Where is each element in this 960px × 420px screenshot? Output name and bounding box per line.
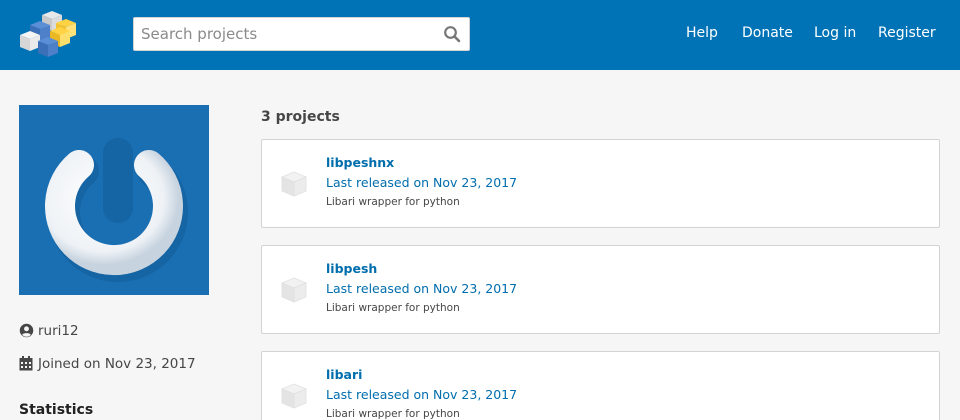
- project-release-date: Last released on Nov 23, 2017: [326, 387, 518, 402]
- project-name[interactable]: libari: [326, 367, 362, 383]
- project-description: Libari wrapper for python: [326, 302, 460, 314]
- search-input[interactable]: [134, 18, 434, 50]
- user-avatar: [19, 105, 209, 295]
- joined-text: Joined on Nov 23, 2017: [38, 356, 196, 372]
- nav-help-link[interactable]: Help: [686, 25, 718, 42]
- project-card[interactable]: libari Last released on Nov 23, 2017 Lib…: [261, 351, 940, 420]
- package-box-icon: [280, 171, 308, 197]
- search-icon[interactable]: [443, 25, 461, 43]
- site-header: Help Donate Log in Register: [0, 0, 960, 70]
- project-release-date: Last released on Nov 23, 2017: [326, 281, 518, 296]
- nav-register-link[interactable]: Register: [878, 25, 936, 42]
- project-release-date: Last released on Nov 23, 2017: [326, 175, 518, 190]
- package-box-icon: [280, 277, 308, 303]
- package-box-icon: [280, 383, 308, 409]
- project-name[interactable]: libpesh: [326, 261, 377, 277]
- pypi-cubes-logo-icon[interactable]: [16, 9, 80, 61]
- project-count: 3 projects: [261, 109, 340, 125]
- project-description: Libari wrapper for python: [326, 196, 460, 208]
- username-text: ruri12: [38, 323, 79, 339]
- gravatar-logo-icon: [45, 133, 188, 283]
- nav-login-link[interactable]: Log in: [814, 25, 856, 42]
- user-circle-icon: [19, 323, 34, 338]
- nav-donate-link[interactable]: Donate: [742, 25, 793, 42]
- project-card[interactable]: libpeshnx Last released on Nov 23, 2017 …: [261, 139, 940, 228]
- project-description: Libari wrapper for python: [326, 408, 460, 420]
- project-name[interactable]: libpeshnx: [326, 155, 394, 171]
- statistics-heading: Statistics: [19, 402, 94, 418]
- search-box: [133, 17, 470, 51]
- project-card[interactable]: libpesh Last released on Nov 23, 2017 Li…: [261, 245, 940, 334]
- calendar-icon: [19, 356, 33, 371]
